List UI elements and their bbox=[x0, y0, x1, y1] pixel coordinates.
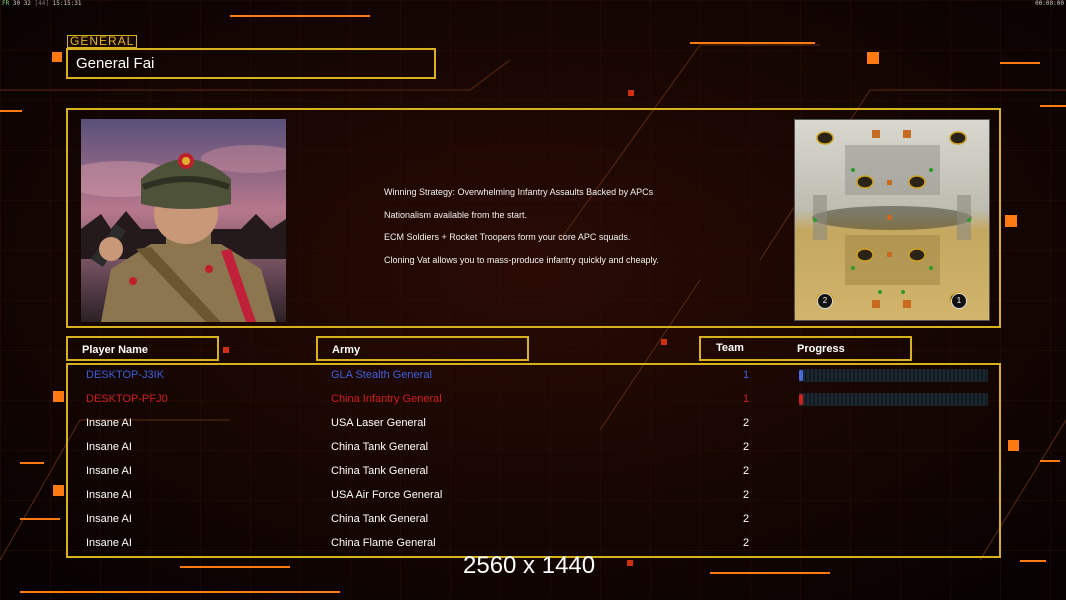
player-name: Insane AI bbox=[86, 417, 132, 429]
player-army: GLA Stealth General bbox=[331, 369, 432, 381]
strategy-line: Winning Strategy: Overwhelming Infantry … bbox=[384, 187, 654, 197]
progress-header: Progress bbox=[797, 343, 845, 355]
player-row: Insane AI China Tank General 2 bbox=[68, 437, 999, 461]
player-army: China Infantry General bbox=[331, 393, 442, 405]
loading-progress-bar bbox=[799, 369, 988, 382]
general-portrait bbox=[81, 119, 286, 322]
player-row: Insane AI USA Laser General 2 bbox=[68, 413, 999, 437]
general-name: General Fai bbox=[76, 55, 155, 72]
player-team: 1 bbox=[742, 369, 750, 381]
player-name: Insane AI bbox=[86, 537, 132, 549]
player-name: Insane AI bbox=[86, 465, 132, 477]
player-army: USA Laser General bbox=[331, 417, 426, 429]
resolution-caption: 2560 x 1440 bbox=[463, 552, 596, 579]
game-clock: 00:00:00 bbox=[1035, 0, 1064, 7]
strategy-text: Winning Strategy: Overwhelming Infantry … bbox=[384, 181, 659, 272]
fps-readout: FR 30 32 [44] 15:15:31 bbox=[2, 0, 82, 7]
start-position-marker: 2 bbox=[817, 293, 833, 309]
player-army: China Flame General bbox=[331, 537, 436, 549]
player-name: DESKTOP-PFJ0 bbox=[86, 393, 168, 405]
player-row: Insane AI China Tank General 2 bbox=[68, 509, 999, 533]
army-header: Army bbox=[316, 336, 529, 361]
player-name: Insane AI bbox=[86, 489, 132, 501]
strategy-line: Nationalism available from the start. bbox=[384, 209, 528, 220]
player-team: 2 bbox=[742, 537, 750, 549]
start-position-marker: 1 bbox=[951, 293, 967, 309]
loading-progress-bar bbox=[799, 393, 988, 406]
player-row: Insane AI USA Air Force General 2 bbox=[68, 485, 999, 509]
player-name-header: Player Name bbox=[66, 336, 219, 361]
player-army: China Tank General bbox=[331, 513, 429, 525]
player-team: 2 bbox=[742, 513, 750, 525]
player-team: 2 bbox=[742, 489, 750, 501]
general-info-panel: Winning Strategy: Overwhelming Infantry … bbox=[66, 108, 1001, 328]
player-list: DESKTOP-J3IK GLA Stealth General 1 DESKT… bbox=[66, 363, 1001, 558]
player-team: 2 bbox=[742, 417, 750, 429]
player-team: 2 bbox=[742, 441, 750, 453]
player-row: Insane AI China Tank General 2 bbox=[68, 461, 999, 485]
player-row: DESKTOP-J3IK GLA Stealth General 1 bbox=[68, 365, 999, 389]
player-army: China Tank General bbox=[331, 465, 429, 477]
general-name-box: General Fai bbox=[66, 48, 436, 79]
player-row: DESKTOP-PFJ0 China Infantry General 1 bbox=[68, 389, 999, 413]
player-name: Insane AI bbox=[86, 513, 132, 525]
player-team: 1 bbox=[742, 393, 750, 405]
player-army: USA Air Force General bbox=[331, 489, 443, 501]
general-tag: GENERAL bbox=[67, 35, 137, 48]
map-preview: 2 1 bbox=[794, 119, 990, 321]
player-name: Insane AI bbox=[86, 441, 132, 453]
player-name: DESKTOP-J3IK bbox=[86, 369, 165, 381]
strategy-line: Cloning Vat allows you to mass-produce i… bbox=[384, 255, 659, 266]
player-team: 2 bbox=[742, 465, 750, 477]
status-bar: FR 30 32 [44] 15:15:31 00:00:00 bbox=[0, 0, 1066, 7]
strategy-line: ECM Soldiers + Rocket Troopers form your… bbox=[384, 232, 631, 243]
player-army: China Tank General bbox=[331, 441, 429, 453]
team-progress-header: Team Progress bbox=[699, 336, 912, 361]
team-header: Team bbox=[716, 342, 744, 354]
